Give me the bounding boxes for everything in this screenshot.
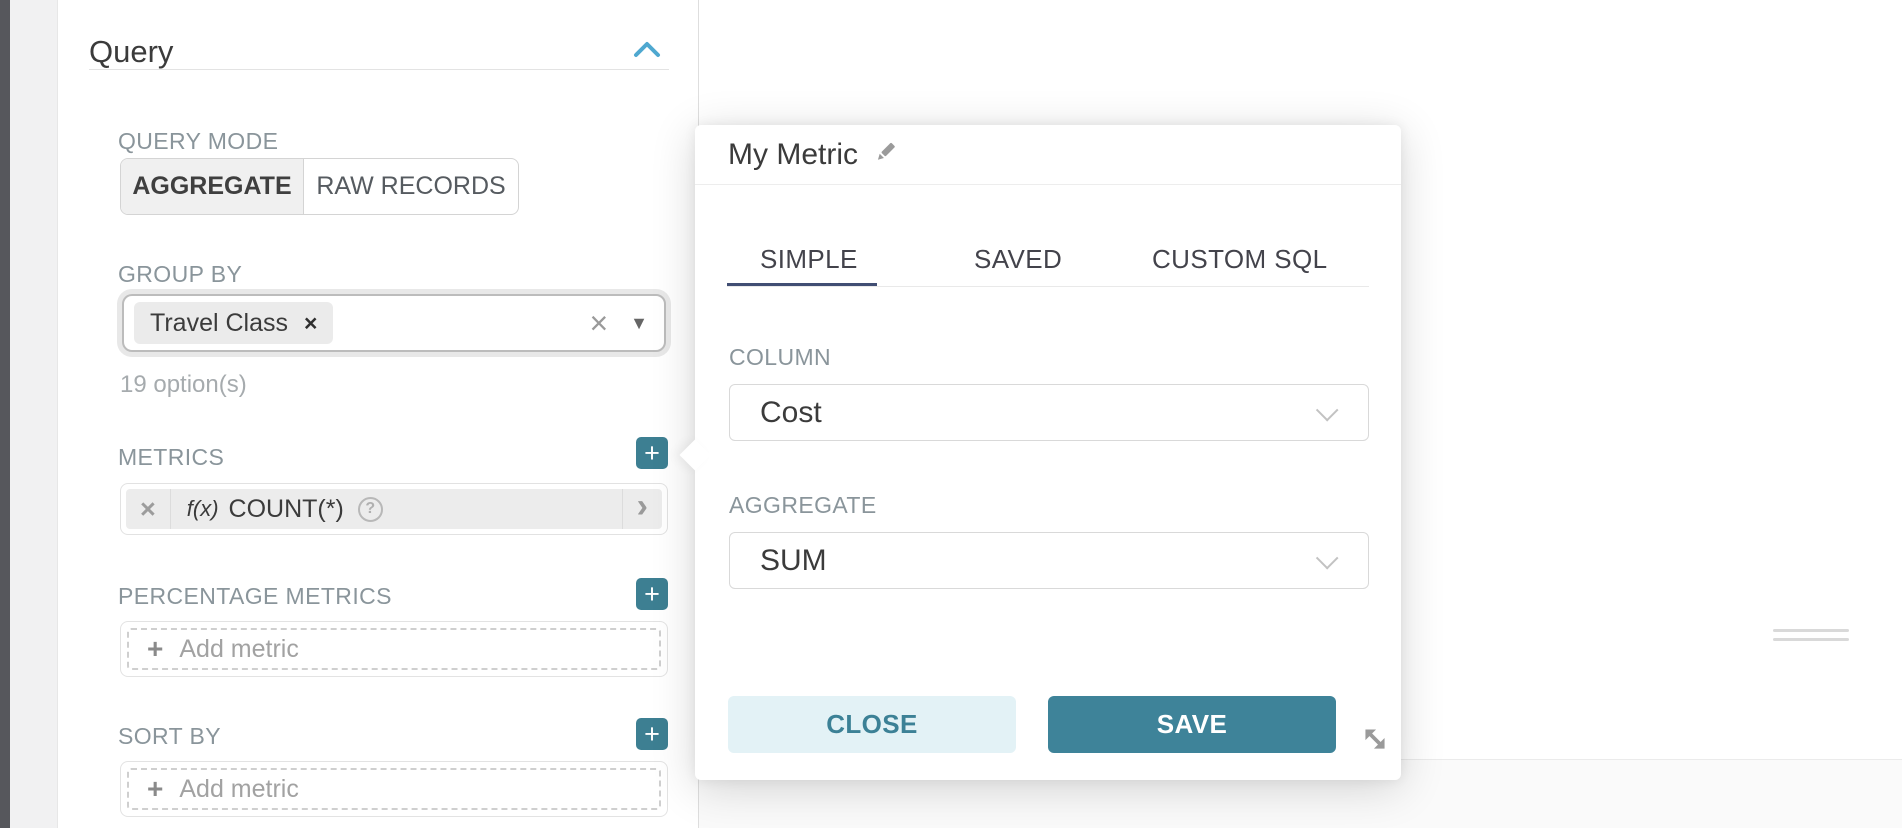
function-icon: f(x) — [187, 496, 219, 522]
query-mode-label: QUERY MODE — [118, 128, 278, 155]
save-button[interactable]: SAVE — [1048, 696, 1336, 753]
metrics-container: × f(x) COUNT(*) ? › — [120, 483, 668, 535]
aggregate-select[interactable]: SUM — [729, 532, 1369, 589]
pill-divider — [170, 489, 171, 529]
add-percentage-metric-plus-button[interactable]: + — [636, 578, 668, 610]
app-left-edge — [0, 0, 10, 828]
add-metric-placeholder: Add metric — [179, 635, 298, 664]
close-button[interactable]: CLOSE — [728, 696, 1016, 753]
column-select[interactable]: Cost — [729, 384, 1369, 441]
group-by-label: GROUP BY — [118, 261, 242, 288]
tabs-divider — [727, 286, 1369, 287]
plus-icon: + — [147, 775, 163, 803]
metric-expression: COUNT(*) — [229, 495, 344, 524]
metric-pill[interactable]: × f(x) COUNT(*) ? › — [126, 489, 662, 529]
aggregate-label: AGGREGATE — [729, 492, 877, 519]
raw-records-mode-button[interactable]: RAW RECORDS — [304, 159, 518, 214]
sort-by-add-metric[interactable]: + Add metric — [127, 768, 661, 810]
plus-icon: + — [644, 440, 660, 467]
sort-by-container: + Add metric — [120, 761, 668, 817]
section-divider — [89, 69, 669, 70]
metric-editor-popover: My Metric SIMPLE SAVED CUSTOM SQL COLUMN… — [695, 125, 1401, 780]
section-title-query: Query — [89, 34, 173, 70]
popover-title: My Metric — [728, 138, 858, 172]
column-select-value: Cost — [760, 396, 1322, 430]
plus-icon: + — [147, 635, 163, 663]
edit-title-pencil-icon[interactable] — [872, 139, 898, 170]
group-by-options-count: 19 option(s) — [120, 371, 247, 399]
plus-icon: + — [644, 581, 660, 608]
popover-arrow — [679, 439, 710, 470]
collapse-section-chevron-icon[interactable] — [632, 40, 662, 65]
tab-saved[interactable]: SAVED — [974, 244, 1062, 275]
tab-simple[interactable]: SIMPLE — [760, 244, 858, 275]
popover-resize-icon[interactable] — [1358, 722, 1392, 761]
caret-down-icon[interactable]: ▼ — [630, 313, 648, 334]
popover-header: My Metric — [695, 125, 1401, 185]
group-by-tag-label: Travel Class — [150, 309, 288, 338]
group-by-tag: Travel Class × — [134, 302, 333, 344]
percentage-metrics-container: + Add metric — [120, 621, 668, 677]
column-label: COLUMN — [729, 344, 831, 371]
tab-custom-sql[interactable]: CUSTOM SQL — [1152, 244, 1327, 275]
metric-remove-icon[interactable]: × — [126, 494, 170, 525]
group-by-select[interactable]: Travel Class × × ▼ — [122, 294, 666, 352]
clear-all-icon[interactable]: × — [589, 307, 608, 339]
add-metric-plus-button[interactable]: + — [636, 437, 668, 469]
panel-gutter — [10, 0, 58, 828]
pane-resize-handle-icon[interactable] — [1773, 638, 1849, 641]
metrics-label: METRICS — [118, 444, 224, 471]
percentage-metrics-add-metric[interactable]: + Add metric — [127, 628, 661, 670]
add-metric-placeholder: Add metric — [179, 775, 298, 804]
tag-remove-icon[interactable]: × — [304, 310, 317, 337]
aggregate-select-value: SUM — [760, 544, 1322, 578]
add-sort-by-plus-button[interactable]: + — [636, 718, 668, 750]
metric-expand-chevron-icon[interactable]: › — [623, 489, 662, 529]
plus-icon: + — [644, 721, 660, 748]
query-mode-segmented-control: AGGREGATE RAW RECORDS — [120, 158, 519, 215]
help-circle-icon: ? — [358, 497, 383, 522]
aggregate-mode-button[interactable]: AGGREGATE — [121, 159, 304, 214]
chart-builder-screen: Query QUERY MODE AGGREGATE RAW RECORDS G… — [0, 0, 1902, 828]
percentage-metrics-label: PERCENTAGE METRICS — [118, 583, 392, 610]
pane-resize-handle-icon[interactable] — [1773, 629, 1849, 632]
sort-by-label: SORT BY — [118, 723, 221, 750]
